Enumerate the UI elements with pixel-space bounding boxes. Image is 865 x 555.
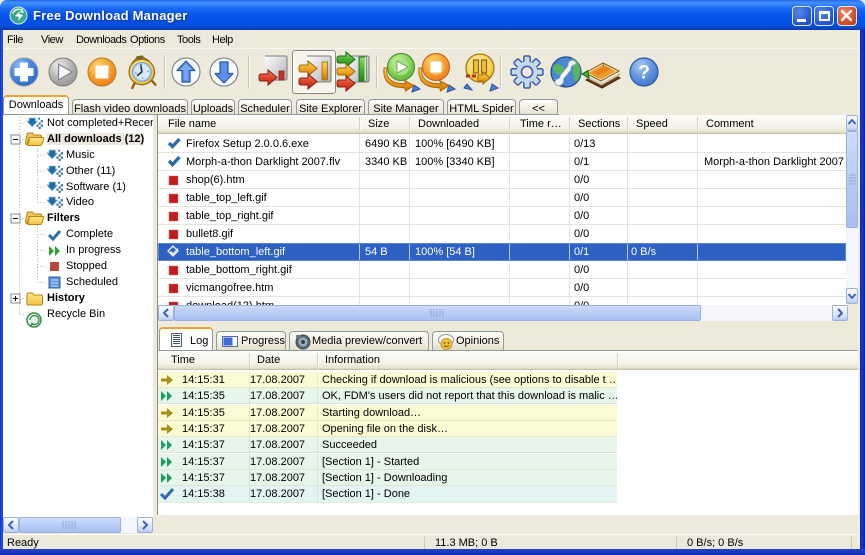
svg-text:?: ? (638, 63, 650, 84)
